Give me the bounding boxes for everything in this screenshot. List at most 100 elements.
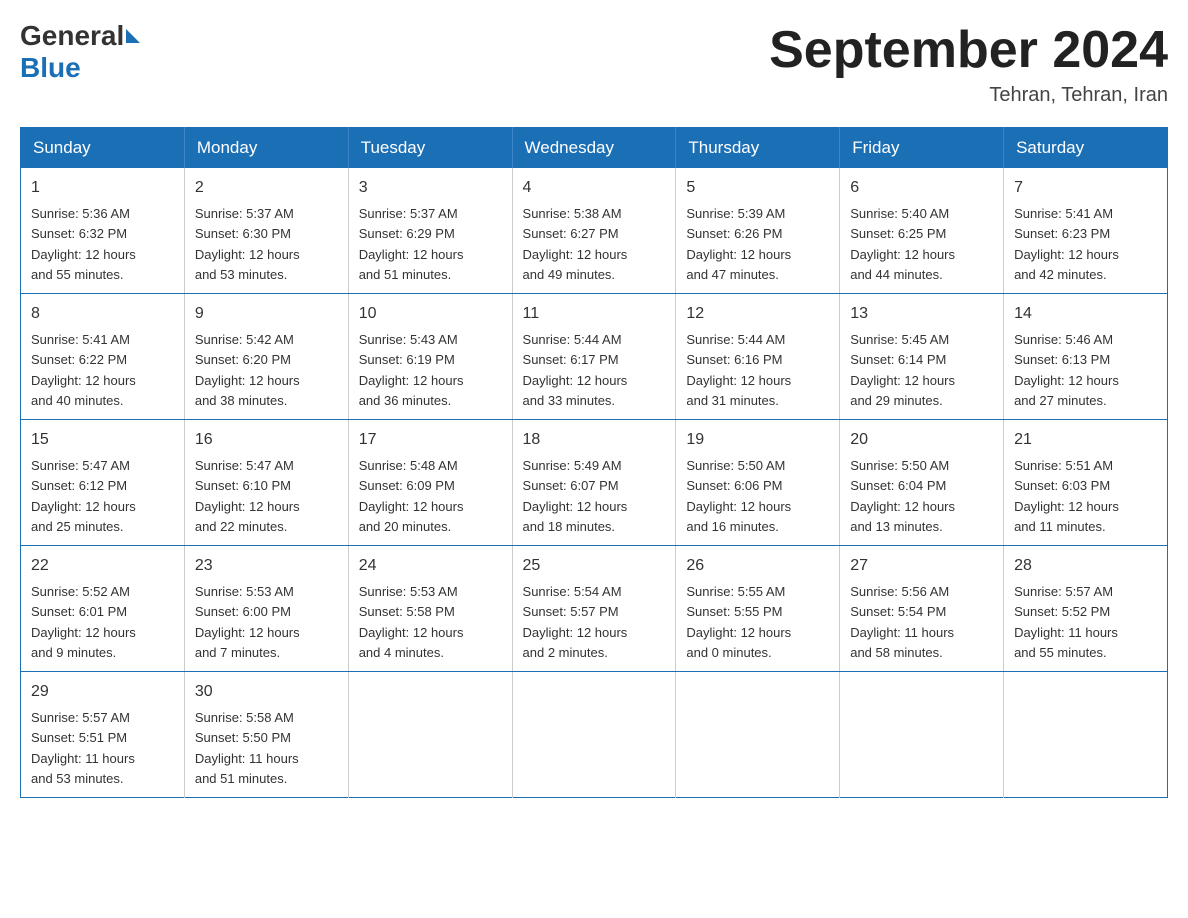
- day-number: 17: [359, 428, 502, 452]
- day-info: Sunrise: 5:37 AMSunset: 6:29 PMDaylight:…: [359, 206, 464, 282]
- title-section: September 2024 Tehran, Tehran, Iran: [769, 20, 1168, 107]
- day-number: 2: [195, 176, 338, 200]
- calendar-week-row: 15Sunrise: 5:47 AMSunset: 6:12 PMDayligh…: [21, 420, 1168, 546]
- calendar-cell: 23 Sunrise: 5:53 AMSunset: 6:00 PMDayligh…: [184, 546, 348, 672]
- calendar-cell: [348, 672, 512, 798]
- day-number: 25: [523, 554, 666, 578]
- calendar-cell: 30 Sunrise: 5:58 AMSunset: 5:50 PMDayligh…: [184, 672, 348, 798]
- day-number: 7: [1014, 176, 1157, 200]
- calendar-cell: 21 Sunrise: 5:51 AMSunset: 6:03 PMDayligh…: [1004, 420, 1168, 546]
- day-info: Sunrise: 5:50 AMSunset: 6:04 PMDaylight:…: [850, 458, 955, 534]
- day-info: Sunrise: 5:53 AMSunset: 6:00 PMDaylight:…: [195, 584, 300, 660]
- day-info: Sunrise: 5:42 AMSunset: 6:20 PMDaylight:…: [195, 332, 300, 408]
- day-number: 18: [523, 428, 666, 452]
- calendar-cell: 8 Sunrise: 5:41 AMSunset: 6:22 PMDaylight…: [21, 294, 185, 420]
- day-info: Sunrise: 5:36 AMSunset: 6:32 PMDaylight:…: [31, 206, 136, 282]
- day-number: 23: [195, 554, 338, 578]
- day-info: Sunrise: 5:37 AMSunset: 6:30 PMDaylight:…: [195, 206, 300, 282]
- logo-general: General: [20, 20, 124, 52]
- day-number: 21: [1014, 428, 1157, 452]
- calendar-cell: 3 Sunrise: 5:37 AMSunset: 6:29 PMDaylight…: [348, 168, 512, 294]
- calendar-cell: 1 Sunrise: 5:36 AMSunset: 6:32 PMDaylight…: [21, 168, 185, 294]
- day-info: Sunrise: 5:43 AMSunset: 6:19 PMDaylight:…: [359, 332, 464, 408]
- calendar-cell: 16Sunrise: 5:47 AMSunset: 6:10 PMDayligh…: [184, 420, 348, 546]
- day-info: Sunrise: 5:56 AMSunset: 5:54 PMDaylight:…: [850, 584, 954, 660]
- calendar-cell: 4 Sunrise: 5:38 AMSunset: 6:27 PMDaylight…: [512, 168, 676, 294]
- calendar-cell: 17 Sunrise: 5:48 AMSunset: 6:09 PMDayligh…: [348, 420, 512, 546]
- calendar-cell: 26 Sunrise: 5:55 AMSunset: 5:55 PMDayligh…: [676, 546, 840, 672]
- calendar-cell: 12 Sunrise: 5:44 AMSunset: 6:16 PMDayligh…: [676, 294, 840, 420]
- day-number: 28: [1014, 554, 1157, 578]
- day-info: Sunrise: 5:58 AMSunset: 5:50 PMDaylight:…: [195, 710, 299, 786]
- day-number: 6: [850, 176, 993, 200]
- day-info: Sunrise: 5:48 AMSunset: 6:09 PMDaylight:…: [359, 458, 464, 534]
- month-title: September 2024: [769, 20, 1168, 80]
- weekday-header-friday: Friday: [840, 128, 1004, 169]
- day-number: 5: [686, 176, 829, 200]
- day-info: Sunrise: 5:53 AMSunset: 5:58 PMDaylight:…: [359, 584, 464, 660]
- day-number: 26: [686, 554, 829, 578]
- day-info: Sunrise: 5:39 AMSunset: 6:26 PMDaylight:…: [686, 206, 791, 282]
- calendar-cell: 7Sunrise: 5:41 AMSunset: 6:23 PMDaylight…: [1004, 168, 1168, 294]
- logo-arrow-icon: [126, 29, 140, 43]
- day-number: 15: [31, 428, 174, 452]
- day-number: 9: [195, 302, 338, 326]
- day-number: 29: [31, 680, 174, 704]
- page-header: General Blue September 2024 Tehran, Tehr…: [20, 20, 1168, 107]
- day-number: 11: [523, 302, 666, 326]
- day-info: Sunrise: 5:47 AMSunset: 6:10 PMDaylight:…: [195, 458, 300, 534]
- calendar-week-row: 8 Sunrise: 5:41 AMSunset: 6:22 PMDaylight…: [21, 294, 1168, 420]
- calendar-cell: 24 Sunrise: 5:53 AMSunset: 5:58 PMDayligh…: [348, 546, 512, 672]
- weekday-header-wednesday: Wednesday: [512, 128, 676, 169]
- day-info: Sunrise: 5:40 AMSunset: 6:25 PMDaylight:…: [850, 206, 955, 282]
- day-number: 8: [31, 302, 174, 326]
- day-info: Sunrise: 5:55 AMSunset: 5:55 PMDaylight:…: [686, 584, 791, 660]
- weekday-header-monday: Monday: [184, 128, 348, 169]
- day-info: Sunrise: 5:57 AMSunset: 5:51 PMDaylight:…: [31, 710, 135, 786]
- day-number: 12: [686, 302, 829, 326]
- calendar-cell: [676, 672, 840, 798]
- day-number: 14: [1014, 302, 1157, 326]
- calendar-cell: 20 Sunrise: 5:50 AMSunset: 6:04 PMDayligh…: [840, 420, 1004, 546]
- day-number: 1: [31, 176, 174, 200]
- day-info: Sunrise: 5:44 AMSunset: 6:16 PMDaylight:…: [686, 332, 791, 408]
- calendar-week-row: 22Sunrise: 5:52 AMSunset: 6:01 PMDayligh…: [21, 546, 1168, 672]
- calendar-cell: 29 Sunrise: 5:57 AMSunset: 5:51 PMDayligh…: [21, 672, 185, 798]
- day-info: Sunrise: 5:45 AMSunset: 6:14 PMDaylight:…: [850, 332, 955, 408]
- day-number: 24: [359, 554, 502, 578]
- calendar-cell: 22Sunrise: 5:52 AMSunset: 6:01 PMDayligh…: [21, 546, 185, 672]
- day-number: 3: [359, 176, 502, 200]
- day-number: 22: [31, 554, 174, 578]
- calendar-cell: 18Sunrise: 5:49 AMSunset: 6:07 PMDayligh…: [512, 420, 676, 546]
- calendar-cell: 13Sunrise: 5:45 AMSunset: 6:14 PMDayligh…: [840, 294, 1004, 420]
- weekday-header-row: SundayMondayTuesdayWednesdayThursdayFrid…: [21, 128, 1168, 169]
- day-info: Sunrise: 5:38 AMSunset: 6:27 PMDaylight:…: [523, 206, 628, 282]
- calendar-cell: 2 Sunrise: 5:37 AMSunset: 6:30 PMDaylight…: [184, 168, 348, 294]
- weekday-header-tuesday: Tuesday: [348, 128, 512, 169]
- day-info: Sunrise: 5:50 AMSunset: 6:06 PMDaylight:…: [686, 458, 791, 534]
- day-info: Sunrise: 5:41 AMSunset: 6:22 PMDaylight:…: [31, 332, 136, 408]
- calendar-cell: 14 Sunrise: 5:46 AMSunset: 6:13 PMDayligh…: [1004, 294, 1168, 420]
- logo-blue: Blue: [20, 52, 81, 84]
- weekday-header-sunday: Sunday: [21, 128, 185, 169]
- day-info: Sunrise: 5:54 AMSunset: 5:57 PMDaylight:…: [523, 584, 628, 660]
- calendar-cell: [1004, 672, 1168, 798]
- location: Tehran, Tehran, Iran: [769, 84, 1168, 107]
- day-info: Sunrise: 5:51 AMSunset: 6:03 PMDaylight:…: [1014, 458, 1119, 534]
- calendar-week-row: 1 Sunrise: 5:36 AMSunset: 6:32 PMDaylight…: [21, 168, 1168, 294]
- calendar-cell: [512, 672, 676, 798]
- calendar-cell: 28 Sunrise: 5:57 AMSunset: 5:52 PMDayligh…: [1004, 546, 1168, 672]
- weekday-header-thursday: Thursday: [676, 128, 840, 169]
- day-number: 30: [195, 680, 338, 704]
- day-number: 4: [523, 176, 666, 200]
- day-number: 20: [850, 428, 993, 452]
- calendar-cell: 10 Sunrise: 5:43 AMSunset: 6:19 PMDayligh…: [348, 294, 512, 420]
- day-info: Sunrise: 5:57 AMSunset: 5:52 PMDaylight:…: [1014, 584, 1118, 660]
- calendar-cell: 27Sunrise: 5:56 AMSunset: 5:54 PMDayligh…: [840, 546, 1004, 672]
- day-number: 19: [686, 428, 829, 452]
- calendar-cell: 25 Sunrise: 5:54 AMSunset: 5:57 PMDayligh…: [512, 546, 676, 672]
- day-number: 10: [359, 302, 502, 326]
- weekday-header-saturday: Saturday: [1004, 128, 1168, 169]
- day-info: Sunrise: 5:46 AMSunset: 6:13 PMDaylight:…: [1014, 332, 1119, 408]
- calendar-cell: [840, 672, 1004, 798]
